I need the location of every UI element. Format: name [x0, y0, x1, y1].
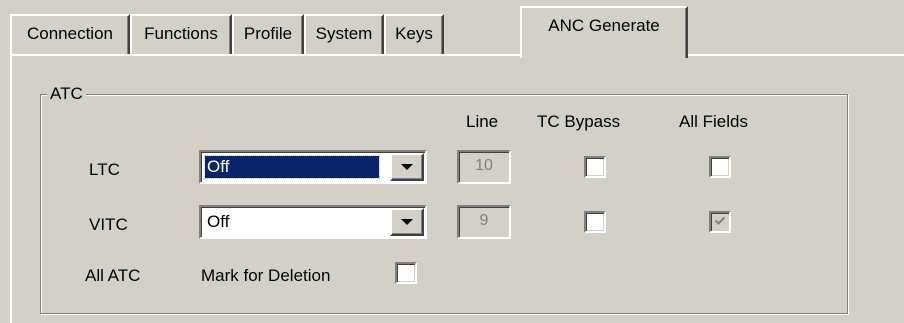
column-header-all-fields: All Fields — [679, 112, 748, 131]
ltc-dropdown-button[interactable] — [390, 153, 424, 181]
tab-profile[interactable]: Profile — [232, 14, 304, 56]
all-atc-label: All ATC — [85, 266, 141, 285]
ltc-select[interactable]: Off — [199, 150, 427, 184]
atc-group-title: ATC — [47, 84, 86, 104]
tab-system[interactable]: System — [304, 14, 384, 56]
vitc-label: VITC — [89, 215, 128, 234]
vitc-tc-bypass-checkbox[interactable] — [584, 211, 606, 233]
tab-keys[interactable]: Keys — [384, 14, 444, 56]
checkmark-icon — [714, 216, 726, 225]
tab-panel-anc-generate: ATC Line TC Bypass All Fields LTC Off 10… — [10, 54, 904, 323]
tab-label: Connection — [26, 24, 113, 43]
tab-label: System — [315, 24, 373, 43]
vitc-dropdown-button[interactable] — [390, 208, 424, 236]
ltc-all-fields-checkbox[interactable] — [709, 156, 731, 178]
tab-label: Functions — [144, 24, 218, 43]
vitc-all-fields-checkbox — [709, 211, 731, 233]
tab-strip: Connection Functions Profile System Keys… — [0, 0, 904, 58]
atc-groupbox: ATC Line TC Bypass All Fields LTC Off 10… — [40, 84, 848, 314]
vitc-line-field: 9 — [457, 205, 511, 239]
ltc-tc-bypass-checkbox[interactable] — [584, 156, 606, 178]
ltc-select-value: Off — [204, 155, 380, 179]
vitc-select-value: Off — [207, 212, 230, 231]
vitc-select[interactable]: Off — [199, 205, 427, 239]
tab-label: Keys — [395, 24, 433, 43]
chevron-down-icon — [401, 164, 413, 170]
tab-anc-generate[interactable]: ANC Generate — [520, 6, 688, 58]
mark-for-deletion-checkbox[interactable] — [395, 262, 417, 284]
tab-connection[interactable]: Connection — [10, 14, 130, 56]
tab-label: Profile — [243, 24, 293, 43]
ltc-label: LTC — [89, 160, 120, 179]
tab-functions[interactable]: Functions — [130, 14, 232, 56]
mark-for-deletion-label: Mark for Deletion — [201, 266, 331, 285]
column-header-line: Line — [466, 112, 499, 131]
column-header-tc-bypass: TC Bypass — [537, 112, 621, 131]
chevron-down-icon — [401, 219, 413, 225]
ltc-line-field: 10 — [457, 150, 511, 184]
tab-label: ANC Generate — [548, 16, 660, 35]
